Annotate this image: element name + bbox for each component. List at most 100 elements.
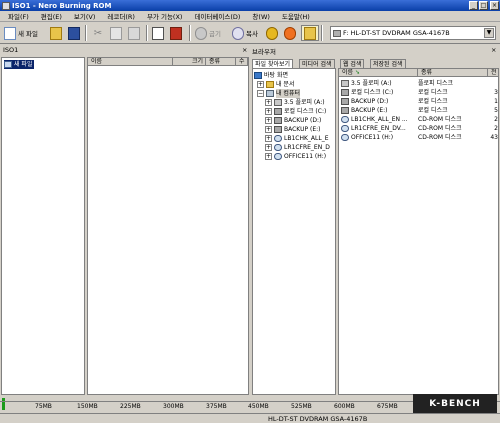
menu-file[interactable]: 파일(F)	[0, 11, 33, 21]
list-item[interactable]: 3.5 플로피 (A:) 플로피 디스크	[341, 79, 498, 88]
toolbar-separator	[321, 25, 323, 41]
tree-item[interactable]: + LB1CHK_ALL_E	[265, 134, 329, 143]
burn-button[interactable]: 굽기	[195, 25, 221, 41]
list-item[interactable]: LB1CHK_ALL_EN ... CD-ROM 디스크 2	[341, 115, 498, 124]
tab-saved-search[interactable]: 저장된 검색	[370, 59, 406, 68]
list-item[interactable]: 로컬 디스크 (C:) 로컬 디스크 3	[341, 88, 498, 97]
paste-button[interactable]	[128, 25, 142, 41]
copy-disc-button-label: 복사	[246, 30, 258, 38]
browser-list: 이름 ➘ 종류 전 3.5 플로피 (A:) 플로피 디스크 로컬 디스크 (C…	[338, 68, 499, 395]
tree-item[interactable]: 바탕 화면	[254, 71, 288, 80]
copy-button[interactable]	[110, 25, 124, 41]
status-drive: HL-DT-ST DVDRAM GSA-4167B	[268, 415, 368, 423]
expand-icon[interactable]: +	[265, 99, 272, 106]
window-title: ISO1 - Nero Burning ROM	[12, 1, 112, 10]
list-item[interactable]: BACKUP (E:) 로컬 디스크 5	[341, 106, 498, 115]
tree-item[interactable]: + 3.5 플로피 (A:)	[265, 98, 325, 107]
maximize-button[interactable]: □	[479, 1, 488, 10]
column-size[interactable]: 크기	[173, 58, 206, 66]
tree-item-label: 내 컴퓨터	[276, 89, 300, 98]
minimize-button[interactable]: _	[469, 1, 478, 10]
cd-icon	[274, 135, 282, 142]
list-column-type[interactable]: 종류	[418, 69, 488, 77]
toolbar-separator	[85, 25, 87, 41]
chevron-down-icon[interactable]: ▼	[484, 28, 494, 38]
disk-icon	[274, 126, 282, 133]
expand-icon[interactable]: +	[265, 135, 272, 142]
tree-item[interactable]: − 내 컴퓨터	[257, 89, 300, 98]
expand-icon[interactable]: +	[265, 117, 272, 124]
tree-item-label: 로컬 디스크 (C:)	[284, 108, 327, 115]
tree-item[interactable]: + BACKUP (E:)	[265, 125, 321, 134]
column-type[interactable]: 종류	[206, 58, 236, 66]
copy-disc-button[interactable]: 복사	[232, 25, 258, 41]
expand-icon[interactable]: +	[265, 108, 272, 115]
left-pane-item[interactable]: 새 파일	[4, 60, 35, 69]
list-item-total: 2	[494, 116, 498, 123]
new-button[interactable]: 새 파일	[4, 25, 38, 41]
tab-media-search[interactable]: 미디어 검색	[299, 59, 335, 68]
expand-icon[interactable]: +	[257, 81, 264, 88]
list-item-type: CD-ROM 디스크	[418, 116, 462, 123]
pane-close-icon[interactable]: ×	[242, 46, 247, 54]
scale-tick-label: 300MB	[163, 403, 184, 410]
drive-select[interactable]: F: HL-DT-ST DVDRAM GSA-4167B ▼	[330, 26, 496, 40]
tree-item-label: BACKUP (E:)	[284, 126, 321, 133]
nero-button[interactable]	[284, 25, 298, 41]
tree-item[interactable]: + BACKUP (D:)	[265, 116, 321, 125]
list-item-type: 플로피 디스크	[418, 80, 454, 87]
tree-item[interactable]: + 내 문서	[257, 80, 294, 89]
tab-file-browse[interactable]: 파일 찾아보기	[252, 59, 294, 68]
toolbar-separator	[189, 25, 191, 41]
expand-icon[interactable]: +	[265, 126, 272, 133]
scale-tick-label: 450MB	[248, 403, 269, 410]
tab-web-search[interactable]: 웹 검색	[340, 59, 365, 68]
column-name[interactable]: 이름	[88, 58, 173, 66]
browser-toggle-button[interactable]	[301, 25, 319, 41]
menu-edit[interactable]: 편집(E)	[33, 11, 66, 21]
menu-view[interactable]: 보기(V)	[66, 11, 99, 21]
save-button[interactable]	[68, 25, 82, 41]
list-item-total: 1	[494, 98, 498, 105]
erase-button[interactable]	[170, 25, 184, 41]
tree-item[interactable]: + OFFICE11 (H:)	[265, 152, 326, 161]
menu-extras[interactable]: 부가 기능(X)	[139, 11, 187, 21]
floppy-icon	[341, 80, 349, 87]
computer-icon	[266, 90, 274, 97]
close-button[interactable]: ×	[490, 1, 499, 10]
copy-icon	[110, 26, 122, 40]
column-count[interactable]: 수	[236, 58, 248, 66]
burn-disc-icon	[195, 26, 207, 40]
menu-recorder[interactable]: 레코더(R)	[99, 11, 139, 21]
menu-window[interactable]: 창(W)	[244, 11, 273, 21]
list-column-total[interactable]: 전	[488, 69, 499, 77]
list-column-name[interactable]: 이름 ➘	[339, 69, 418, 77]
list-item[interactable]: OFFICE11 (H:) CD-ROM 디스크 43	[341, 133, 498, 142]
open-button[interactable]	[50, 25, 64, 41]
tree-item[interactable]: + LR1CFRE_EN_D	[265, 143, 330, 152]
menu-database[interactable]: 데이터베이스(D)	[186, 11, 244, 21]
cd-icon	[341, 134, 349, 141]
menu-help[interactable]: 도움말(H)	[274, 11, 314, 21]
disk-icon	[341, 89, 349, 96]
list-item[interactable]: LR1CFRE_EN_DV... CD-ROM 디스크 2	[341, 124, 498, 133]
scale-tick-label: 225MB	[120, 403, 141, 410]
wizard-icon	[266, 26, 278, 40]
tree-item-label: 바탕 화면	[264, 72, 288, 79]
capacity-fill	[2, 398, 5, 410]
properties-button[interactable]	[152, 25, 166, 41]
wizard-button[interactable]	[266, 25, 280, 41]
cut-button[interactable]: ✂	[92, 25, 106, 41]
cd-icon	[341, 125, 349, 132]
expand-icon[interactable]: +	[265, 144, 272, 151]
cd-icon	[341, 116, 349, 123]
disk-icon	[341, 107, 349, 114]
scale-tick-label: 675MB	[377, 403, 398, 410]
tree-item[interactable]: + 로컬 디스크 (C:)	[265, 107, 326, 116]
list-item-name: LB1CHK_ALL_EN ...	[351, 116, 408, 123]
browser-close-icon[interactable]: ×	[491, 46, 496, 54]
tree-item-label: 3.5 플로피 (A:)	[284, 99, 325, 106]
collapse-icon[interactable]: −	[257, 90, 264, 97]
expand-icon[interactable]: +	[265, 153, 272, 160]
list-item[interactable]: BACKUP (D:) 로컬 디스크 1	[341, 97, 498, 106]
